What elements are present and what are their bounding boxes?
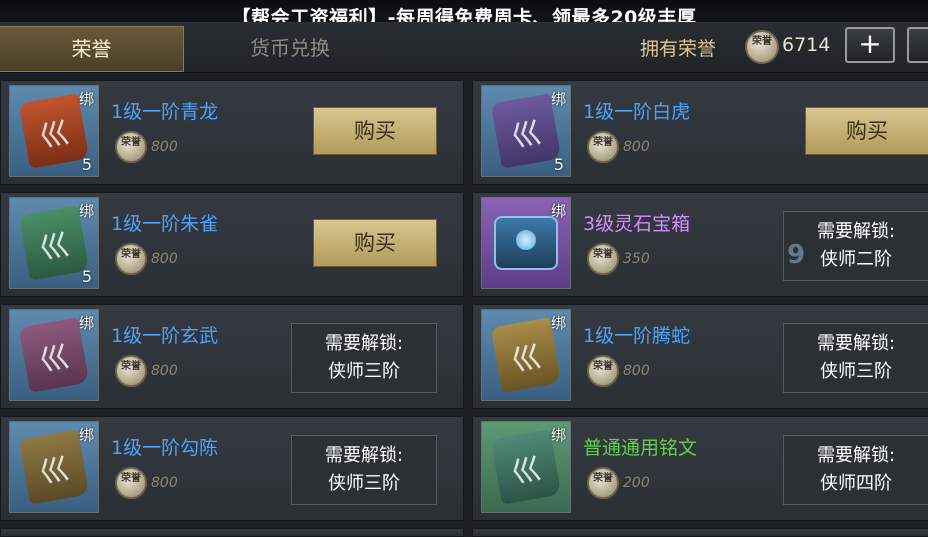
unlock-level: 侠师二阶 xyxy=(820,249,892,270)
unlock-requirement: 需要解锁: 侠师三阶 xyxy=(291,435,437,505)
item-name: 1级一阶腾蛇 xyxy=(583,325,691,347)
honor-coin-icon: 荣誉 xyxy=(745,30,779,64)
item-name: 1级一阶勾陈 xyxy=(111,437,219,459)
item-name: 普通通用铭文 xyxy=(583,437,698,459)
unlock-level: 侠师三阶 xyxy=(328,473,400,494)
shop-item-card: 巛 绑 1级一阶勾陈 荣誉 800 需要解锁: 侠师三阶 xyxy=(0,416,464,521)
bound-tag: 绑 xyxy=(78,90,94,108)
item-thumbnail[interactable]: 巛 绑 xyxy=(481,421,571,513)
edge-button[interactable] xyxy=(907,27,928,63)
item-price: 800 xyxy=(151,363,178,379)
item-thumbnail[interactable]: 巛 绑 xyxy=(481,309,571,401)
item-quantity: 5 xyxy=(81,267,92,286)
item-name: 1级一阶青龙 xyxy=(111,101,219,123)
shop-item-card-partial xyxy=(0,528,464,537)
item-price: 800 xyxy=(623,363,650,379)
unlock-requirement: 需要解锁: 侠师三阶 xyxy=(783,323,928,393)
item-thumbnail[interactable]: 巛 绑 xyxy=(9,309,99,401)
watermark: 9 xyxy=(787,240,806,270)
item-price: 800 xyxy=(151,475,178,491)
item-thumbnail[interactable]: 巛 绑 5 xyxy=(9,85,99,177)
honor-balance-value: 6714 xyxy=(782,34,831,56)
shop-item-card: 巛 绑 普通通用铭文 荣誉 200 需要解锁: 侠师四阶 xyxy=(472,416,928,521)
unlock-title: 需要解锁: xyxy=(816,221,896,242)
bound-tag: 绑 xyxy=(78,426,94,444)
tab-currency-exchange[interactable]: 货币兑换 xyxy=(210,26,370,70)
shop-item-card: 巛 绑 5 1级一阶白虎 荣誉 800 购买 xyxy=(472,80,928,185)
shop-item-card: 巛 绑 5 1级一阶青龙 荣誉 800 购买 xyxy=(0,80,464,185)
item-price: 350 xyxy=(623,251,650,267)
bound-tag: 绑 xyxy=(78,314,94,332)
item-name: 1级一阶白虎 xyxy=(583,101,691,123)
shop-item-card: 巛 绑 1级一阶玄武 荣誉 800 需要解锁: 侠师三阶 xyxy=(0,304,464,409)
unlock-level: 侠师四阶 xyxy=(820,473,892,494)
item-thumbnail[interactable]: 巛 绑 5 xyxy=(9,197,99,289)
item-quantity: 5 xyxy=(81,155,92,174)
honor-coin-icon: 荣誉 xyxy=(115,467,147,499)
item-price: 800 xyxy=(151,251,178,267)
item-thumbnail[interactable]: 绑 xyxy=(481,197,571,289)
add-honor-button[interactable]: + xyxy=(845,27,895,63)
item-thumbnail[interactable]: 巛 绑 xyxy=(9,421,99,513)
item-name: 3级灵石宝箱 xyxy=(583,213,691,235)
item-price: 800 xyxy=(623,139,650,155)
item-price: 200 xyxy=(623,475,650,491)
unlock-title: 需要解锁: xyxy=(324,333,404,354)
bound-tag: 绑 xyxy=(78,202,94,220)
shop-item-card: 绑 3级灵石宝箱 荣誉 350 需要解锁: 侠师二阶 xyxy=(472,192,928,297)
unlock-level: 侠师三阶 xyxy=(328,361,400,382)
honor-coin-icon: 荣誉 xyxy=(587,131,619,163)
honor-coin-icon: 荣誉 xyxy=(587,467,619,499)
item-name: 1级一阶朱雀 xyxy=(111,213,219,235)
unlock-requirement: 需要解锁: 侠师四阶 xyxy=(783,435,928,505)
bound-tag: 绑 xyxy=(550,202,566,220)
honor-coin-icon: 荣誉 xyxy=(587,243,619,275)
honor-coin-icon: 荣誉 xyxy=(587,355,619,387)
item-price: 800 xyxy=(151,139,178,155)
honor-coin-icon: 荣誉 xyxy=(115,355,147,387)
unlock-requirement: 需要解锁: 侠师三阶 xyxy=(291,323,437,393)
bound-tag: 绑 xyxy=(550,90,566,108)
honor-coin-icon: 荣誉 xyxy=(115,243,147,275)
bound-tag: 绑 xyxy=(550,314,566,332)
unlock-level: 侠师三阶 xyxy=(820,361,892,382)
buy-button[interactable]: 购买 xyxy=(313,107,437,155)
honor-coin-icon: 荣誉 xyxy=(115,131,147,163)
item-thumbnail[interactable]: 巛 绑 5 xyxy=(481,85,571,177)
shop-item-card: 巛 绑 1级一阶腾蛇 荣誉 800 需要解锁: 侠师三阶 xyxy=(472,304,928,409)
unlock-title: 需要解锁: xyxy=(816,333,896,354)
tab-honor[interactable]: 荣誉 xyxy=(0,26,184,72)
unlock-title: 需要解锁: xyxy=(324,445,404,466)
buy-button[interactable]: 购买 xyxy=(805,107,928,155)
item-quantity: 5 xyxy=(553,155,564,174)
shop-item-card: 巛 绑 5 1级一阶朱雀 荣誉 800 购买 xyxy=(0,192,464,297)
treasure-chest-icon xyxy=(494,216,558,270)
buy-button[interactable]: 购买 xyxy=(313,219,437,267)
shop-item-card-partial xyxy=(472,528,928,537)
bound-tag: 绑 xyxy=(550,426,566,444)
honor-balance-label: 拥有荣誉 xyxy=(640,38,717,60)
unlock-title: 需要解锁: xyxy=(816,445,896,466)
item-name: 1级一阶玄武 xyxy=(111,325,219,347)
